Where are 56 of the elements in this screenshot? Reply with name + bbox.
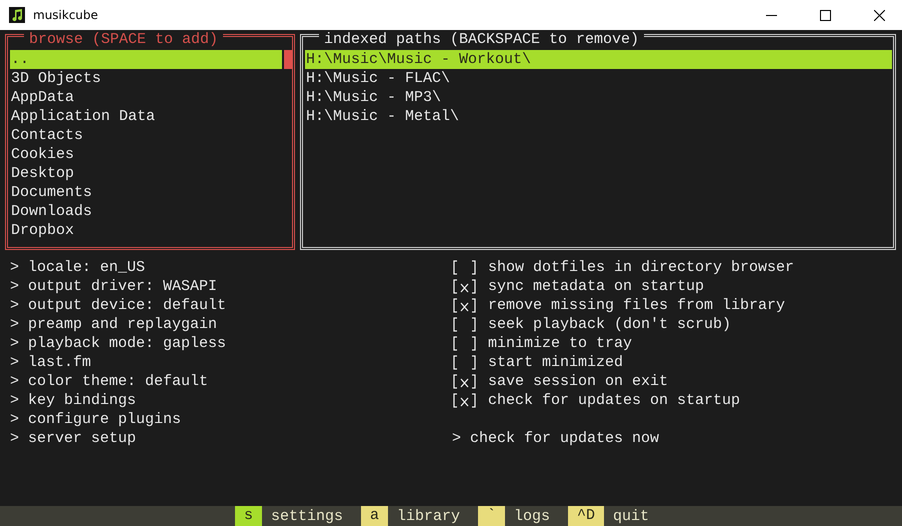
shortcut-label: settings bbox=[270, 508, 344, 524]
option-label: start minimized bbox=[488, 353, 624, 372]
directory-item[interactable]: Documents bbox=[10, 183, 282, 202]
directory-item[interactable]: Dropbox bbox=[10, 221, 282, 240]
checkbox[interactable] bbox=[452, 260, 477, 275]
directory-item[interactable]: Application Data bbox=[10, 107, 282, 126]
path-item[interactable]: H:\Music - MP3\ bbox=[305, 88, 892, 107]
settings-menu-item[interactable]: > locale: en_US bbox=[10, 258, 452, 277]
checkbox[interactable] bbox=[452, 374, 477, 389]
option-label: show dotfiles in directory browser bbox=[488, 258, 794, 277]
maximize-icon bbox=[820, 10, 830, 20]
path-item[interactable]: H:\Music - Metal\ bbox=[305, 107, 892, 126]
settings-menu-item[interactable]: > server setup bbox=[10, 429, 452, 448]
close-icon bbox=[874, 10, 884, 20]
shortcut-label: library bbox=[396, 508, 461, 524]
settings-menu-item[interactable]: > configure plugins bbox=[10, 410, 452, 429]
option-label: save session on exit bbox=[488, 372, 668, 391]
check-updates-action[interactable]: > check for updates now bbox=[452, 429, 892, 448]
checkbox[interactable] bbox=[452, 336, 477, 351]
shortcut-label: logs bbox=[513, 508, 552, 524]
scrollbar-thumb[interactable] bbox=[284, 50, 292, 69]
directory-item[interactable]: Desktop bbox=[10, 164, 282, 183]
option-label: sync metadata on startup bbox=[488, 277, 704, 296]
directory-item[interactable]: Downloads bbox=[10, 202, 282, 221]
checkbox[interactable] bbox=[452, 355, 477, 370]
option-label: minimize to tray bbox=[488, 334, 632, 353]
checkbox[interactable] bbox=[452, 317, 477, 332]
directory-item[interactable]: AppData bbox=[10, 88, 282, 107]
settings-menu-item[interactable]: > last.fm bbox=[10, 353, 452, 372]
shortcut-key[interactable]: a bbox=[360, 506, 388, 526]
directory-item[interactable]: 3D Objects bbox=[10, 69, 282, 88]
directory-item[interactable]: Cookies bbox=[10, 145, 282, 164]
settings-menu-item[interactable]: > preamp and replaygain bbox=[10, 315, 452, 334]
shortcut-label: quit bbox=[612, 508, 650, 524]
settings-menu-item[interactable]: > playback mode: gapless bbox=[10, 334, 452, 353]
option-label: check for updates on startup bbox=[488, 391, 740, 410]
panel-title: browse (SPACE to add) bbox=[24, 32, 224, 47]
settings-menu-item[interactable]: > color theme: default bbox=[10, 372, 452, 391]
settings-menu-item[interactable]: > key bindings bbox=[10, 391, 452, 410]
directory-item[interactable]: .. bbox=[10, 50, 282, 69]
shortcut-key[interactable]: ^D bbox=[568, 506, 604, 526]
option-label: remove missing files from library bbox=[488, 296, 786, 315]
checkbox[interactable] bbox=[452, 298, 477, 313]
path-item[interactable]: H:\Music - FLAC\ bbox=[305, 69, 892, 88]
window-title: musikcube bbox=[33, 8, 100, 22]
panel-title: indexed paths (BACKSPACE to remove) bbox=[319, 32, 644, 47]
shortcut-key[interactable]: s bbox=[234, 506, 262, 526]
path-item[interactable]: H:\Music\Music - Workout\ bbox=[305, 50, 892, 69]
settings-menu-item[interactable]: > output driver: WASAPI bbox=[10, 277, 452, 296]
option-label: seek playback (don't scrub) bbox=[488, 315, 732, 334]
shortcut-key[interactable]: ` bbox=[478, 506, 506, 526]
music-note-icon bbox=[9, 7, 25, 23]
checkbox[interactable] bbox=[452, 393, 477, 408]
directory-item[interactable]: Contacts bbox=[10, 126, 282, 145]
checkbox[interactable] bbox=[452, 279, 477, 294]
settings-menu-item[interactable]: > output device: default bbox=[10, 296, 452, 315]
